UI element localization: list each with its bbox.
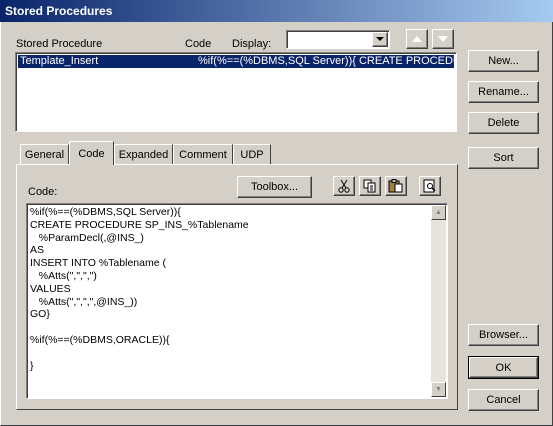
preview-icon [423,179,436,193]
procedure-code: %if(%==(%DBMS,SQL Server)){ CREATE PROCE… [198,55,454,67]
browser-button[interactable]: Browser... [468,324,539,346]
move-up-button[interactable] [406,29,428,49]
code-line: %Atts(",",",",@INS_)) [30,295,138,308]
procedure-name: Template_Insert [20,55,99,67]
ok-button[interactable]: OK [468,356,539,379]
tab-code[interactable]: Code [69,141,114,165]
code-line: %ParamDecl(,@INS_) [30,231,144,244]
paste-icon [388,179,403,193]
display-dropdown[interactable] [286,30,390,49]
code-editor[interactable]: %if(%==(%DBMS,SQL Server)){ CREATE PROCE… [26,203,448,399]
procedure-list[interactable]: Template_Insert %if(%==(%DBMS,SQL Server… [15,52,457,132]
cancel-button[interactable]: Cancel [468,389,539,411]
vertical-scrollbar[interactable]: ▲ ▼ [431,205,446,397]
scissors-icon [338,179,350,193]
new-button[interactable]: New... [468,50,539,72]
code-header: Code [185,38,212,50]
code-line: INSERT INTO %Tablename ( [30,257,166,270]
window-title: Stored Procedures [5,4,113,18]
copy-icon [363,179,376,193]
title-bar: Stored Procedures [0,0,553,22]
code-text[interactable]: %if(%==(%DBMS,SQL Server)){ CREATE PROCE… [30,206,430,372]
code-label: Code: [28,186,58,198]
list-item[interactable]: Template_Insert %if(%==(%DBMS,SQL Server… [18,55,454,68]
scroll-up-button[interactable]: ▲ [431,205,446,220]
toolbox-button[interactable]: Toolbox... [237,176,312,198]
code-line: } [30,359,34,372]
code-line: GO} [30,308,50,321]
code-line: VALUES [30,282,71,295]
tab-expanded[interactable]: Expanded [114,144,173,164]
code-line: %Atts(",",",") [30,269,97,282]
code-line: %if(%==(%DBMS,SQL Server)){ [30,206,181,218]
scroll-down-button[interactable]: ▼ [431,382,446,397]
arrow-up-icon [412,36,422,42]
delete-button[interactable]: Delete [468,112,539,134]
code-line: CREATE PROCEDURE SP_INS_%Tablename [30,218,249,231]
paste-button[interactable] [385,176,407,196]
code-line: %if(%==(%DBMS,ORACLE)){ [30,333,170,346]
arrow-down-icon [438,36,448,42]
preview-button[interactable] [419,176,441,196]
tab-comment[interactable]: Comment [173,144,233,164]
display-label: Display: [232,38,272,50]
tab-general[interactable]: General [20,144,69,164]
code-line: AS [30,244,45,257]
move-down-button[interactable] [432,29,454,49]
stored-procedure-header: Stored Procedure [16,38,103,50]
tab-udp[interactable]: UDP [233,144,271,164]
dropdown-arrow-icon[interactable] [372,32,388,47]
rename-button[interactable]: Rename... [468,81,539,103]
cut-button[interactable] [333,176,355,196]
sort-button[interactable]: Sort [468,147,539,169]
copy-button[interactable] [359,176,381,196]
